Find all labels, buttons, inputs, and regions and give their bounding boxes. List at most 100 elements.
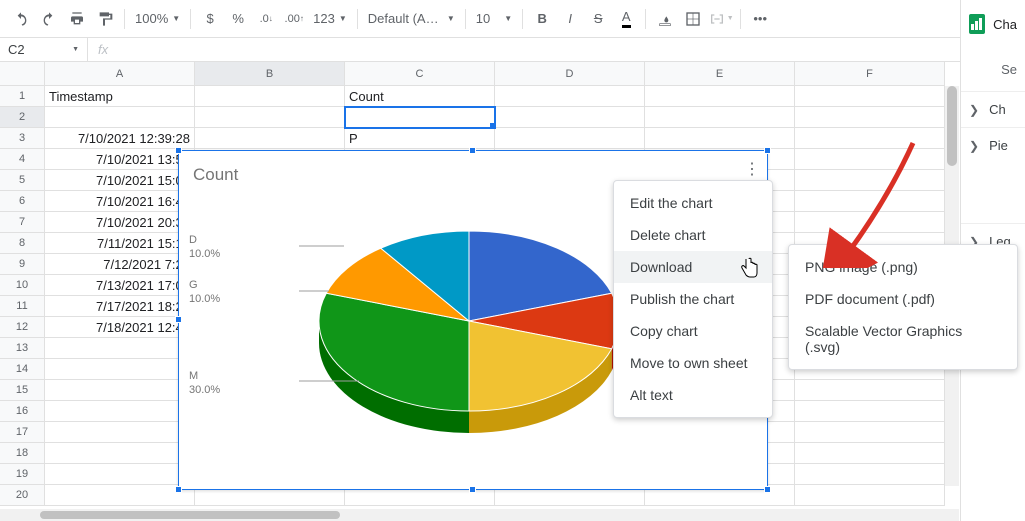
- cell-A5[interactable]: 7/10/2021 15:03: [45, 170, 195, 191]
- row-header[interactable]: 18: [0, 443, 45, 464]
- cell-F3[interactable]: [795, 128, 945, 149]
- cell-F6[interactable]: [795, 191, 945, 212]
- row-header[interactable]: 13: [0, 338, 45, 359]
- menu-move-sheet[interactable]: Move to own sheet: [614, 347, 772, 379]
- cell-A15[interactable]: [45, 380, 195, 401]
- merge-button[interactable]: ▼: [708, 6, 734, 32]
- panel-section-pie[interactable]: ❯Pie: [961, 127, 1025, 163]
- row-header[interactable]: 3: [0, 128, 45, 149]
- zoom-dropdown[interactable]: 100%▼: [131, 6, 184, 32]
- decrease-decimal-button[interactable]: .0↓: [253, 6, 279, 32]
- row-header[interactable]: 9: [0, 254, 45, 275]
- cell-A16[interactable]: [45, 401, 195, 422]
- more-button[interactable]: •••: [747, 6, 773, 32]
- horizontal-scrollbar[interactable]: [0, 509, 959, 521]
- cell-A7[interactable]: 7/10/2021 20:30: [45, 212, 195, 233]
- col-header-D[interactable]: D: [495, 62, 645, 86]
- cell-A11[interactable]: 7/17/2021 18:20: [45, 296, 195, 317]
- bold-button[interactable]: B: [529, 6, 555, 32]
- fill-color-button[interactable]: [652, 6, 678, 32]
- cell-A13[interactable]: [45, 338, 195, 359]
- italic-button[interactable]: I: [557, 6, 583, 32]
- number-format-dropdown[interactable]: 123▼: [309, 6, 351, 32]
- cell-B3[interactable]: [195, 128, 345, 149]
- menu-download[interactable]: Download: [614, 251, 772, 283]
- resize-handle[interactable]: [175, 486, 182, 493]
- menu-publish-chart[interactable]: Publish the chart: [614, 283, 772, 315]
- cell-F1[interactable]: [795, 86, 945, 107]
- resize-handle[interactable]: [764, 486, 771, 493]
- percent-button[interactable]: %: [225, 6, 251, 32]
- menu-alt-text[interactable]: Alt text: [614, 379, 772, 411]
- increase-decimal-button[interactable]: .00↑: [281, 6, 307, 32]
- row-header[interactable]: 11: [0, 296, 45, 317]
- submenu-svg[interactable]: Scalable Vector Graphics (.svg): [789, 315, 1017, 363]
- cell-A6[interactable]: 7/10/2021 16:48: [45, 191, 195, 212]
- borders-button[interactable]: [680, 6, 706, 32]
- cell-F20[interactable]: [795, 485, 945, 506]
- print-button[interactable]: [64, 6, 90, 32]
- row-header[interactable]: 20: [0, 485, 45, 506]
- row-header[interactable]: 15: [0, 380, 45, 401]
- col-header-E[interactable]: E: [645, 62, 795, 86]
- cell-A20[interactable]: [45, 485, 195, 506]
- cell-F4[interactable]: [795, 149, 945, 170]
- col-header-B[interactable]: B: [195, 62, 345, 86]
- resize-handle[interactable]: [175, 316, 182, 323]
- cell-A8[interactable]: 7/11/2021 15:19: [45, 233, 195, 254]
- cell-C3[interactable]: P: [345, 128, 495, 149]
- cell-E3[interactable]: [645, 128, 795, 149]
- cell-F5[interactable]: [795, 170, 945, 191]
- cell-B2[interactable]: [195, 107, 345, 128]
- select-all-corner[interactable]: [0, 62, 45, 86]
- row-header[interactable]: 8: [0, 233, 45, 254]
- cell-A17[interactable]: [45, 422, 195, 443]
- row-header[interactable]: 17: [0, 422, 45, 443]
- cell-F19[interactable]: [795, 464, 945, 485]
- cell-F2[interactable]: [795, 107, 945, 128]
- row-header[interactable]: 10: [0, 275, 45, 296]
- cell-A10[interactable]: 7/13/2021 17:03: [45, 275, 195, 296]
- cell-D2[interactable]: [495, 107, 645, 128]
- resize-handle[interactable]: [764, 147, 771, 154]
- strike-button[interactable]: S: [585, 6, 611, 32]
- font-dropdown[interactable]: Default (Ari...▼: [364, 6, 459, 32]
- cell-F7[interactable]: [795, 212, 945, 233]
- cell-F16[interactable]: [795, 401, 945, 422]
- cell-D3[interactable]: [495, 128, 645, 149]
- row-header[interactable]: 19: [0, 464, 45, 485]
- row-header[interactable]: 14: [0, 359, 45, 380]
- row-header[interactable]: 4: [0, 149, 45, 170]
- cell-A2[interactable]: [45, 107, 195, 128]
- name-box[interactable]: C2▼: [0, 38, 88, 61]
- chart-menu-button[interactable]: ⋮: [744, 159, 759, 179]
- cell-F17[interactable]: [795, 422, 945, 443]
- menu-edit-chart[interactable]: Edit the chart: [614, 187, 772, 219]
- cell-A19[interactable]: [45, 464, 195, 485]
- cell-E2[interactable]: [645, 107, 795, 128]
- menu-copy-chart[interactable]: Copy chart: [614, 315, 772, 347]
- cell-C1[interactable]: Count: [345, 86, 495, 107]
- cell-A14[interactable]: [45, 359, 195, 380]
- cell-A18[interactable]: [45, 443, 195, 464]
- submenu-pdf[interactable]: PDF document (.pdf): [789, 283, 1017, 315]
- col-header-F[interactable]: F: [795, 62, 945, 86]
- cell-A3[interactable]: 7/10/2021 12:39:28: [45, 128, 195, 149]
- cell-A12[interactable]: 7/18/2021 12:46: [45, 317, 195, 338]
- undo-button[interactable]: [8, 6, 34, 32]
- row-header[interactable]: 16: [0, 401, 45, 422]
- cell-B1[interactable]: [195, 86, 345, 107]
- redo-button[interactable]: [36, 6, 62, 32]
- panel-section-chart[interactable]: ❯Ch: [961, 91, 1025, 127]
- cell-D1[interactable]: [495, 86, 645, 107]
- resize-handle[interactable]: [469, 147, 476, 154]
- row-header[interactable]: 5: [0, 170, 45, 191]
- currency-button[interactable]: $: [197, 6, 223, 32]
- cell-F15[interactable]: [795, 380, 945, 401]
- col-header-C[interactable]: C: [345, 62, 495, 86]
- cell-A4[interactable]: 7/10/2021 13:59: [45, 149, 195, 170]
- cell-F18[interactable]: [795, 443, 945, 464]
- resize-handle[interactable]: [175, 147, 182, 154]
- row-header[interactable]: 12: [0, 317, 45, 338]
- row-header[interactable]: 6: [0, 191, 45, 212]
